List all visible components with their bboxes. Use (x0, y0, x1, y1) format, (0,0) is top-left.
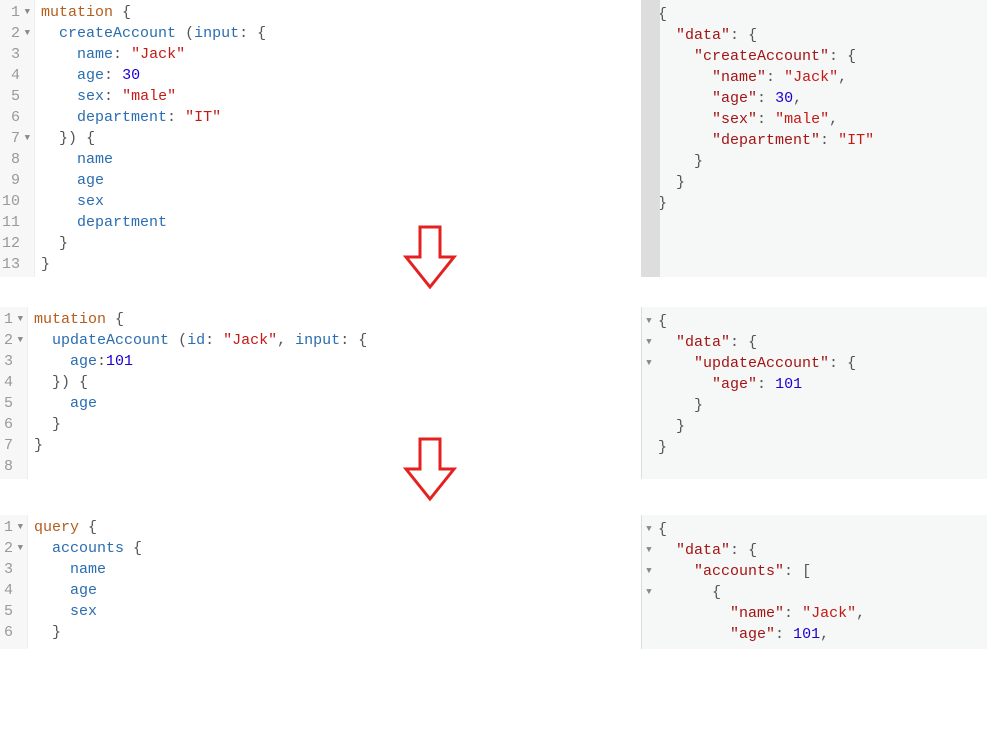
response-viewer-3[interactable]: ▼▼▼▼ { "data": { "accounts": [ { "name":… (642, 515, 987, 649)
response-json: { "data": { "updateAccount": { "age": 10… (656, 309, 864, 477)
query-editor-2[interactable]: 1▼ 2▼ 3 4 5 6 7 8 mutation { updateAccou… (0, 307, 642, 479)
response-viewer-1[interactable]: ▼▼▼ { "data": { "createAccount": { "name… (642, 0, 987, 277)
response-json: { "data": { "createAccount": { "name": "… (656, 2, 882, 275)
query-editor-1[interactable]: 1▼ 2▼ 3 4 5 6 7▼ 8 9 10 11 12 13 mutatio… (0, 0, 642, 277)
line-gutter: 1▼ 2▼ 3 4 5 6 7▼ 8 9 10 11 12 13 (0, 0, 35, 277)
line-gutter: 1▼ 2▼ 3 4 5 6 (0, 515, 28, 649)
panel-query-accounts: 1▼ 2▼ 3 4 5 6 query { accounts { name ag… (0, 515, 987, 649)
fold-icon[interactable]: ▼ (15, 517, 23, 538)
fold-icon[interactable]: ▼ (15, 309, 23, 330)
fold-gutter: ▼▼▼ (642, 309, 656, 477)
fold-icon[interactable]: ▼ (22, 128, 30, 149)
fold-icon[interactable]: ▼ (15, 330, 23, 351)
line-gutter: 1▼ 2▼ 3 4 5 6 7 8 (0, 307, 28, 479)
fold-icon[interactable]: ▼ (22, 2, 30, 23)
query-editor-3[interactable]: 1▼ 2▼ 3 4 5 6 query { accounts { name ag… (0, 515, 642, 649)
fold-icon[interactable]: ▼ (15, 538, 23, 559)
fold-icon[interactable]: ▼ (22, 23, 30, 44)
fold-gutter: ▼▼▼▼ (642, 517, 656, 647)
response-viewer-2[interactable]: ▼▼▼ { "data": { "updateAccount": { "age"… (642, 307, 987, 479)
scrollbar-indicator[interactable] (642, 0, 660, 277)
panel-update-account: 1▼ 2▼ 3 4 5 6 7 8 mutation { updateAccou… (0, 307, 987, 479)
response-json: { "data": { "accounts": [ { "name": "Jac… (656, 517, 873, 647)
code-text[interactable]: mutation { createAccount (input: { name:… (35, 0, 274, 277)
code-text[interactable]: query { accounts { name age sex } (28, 515, 150, 649)
panel-create-account: 1▼ 2▼ 3 4 5 6 7▼ 8 9 10 11 12 13 mutatio… (0, 0, 987, 277)
code-text[interactable]: mutation { updateAccount (id: "Jack", in… (28, 307, 375, 479)
